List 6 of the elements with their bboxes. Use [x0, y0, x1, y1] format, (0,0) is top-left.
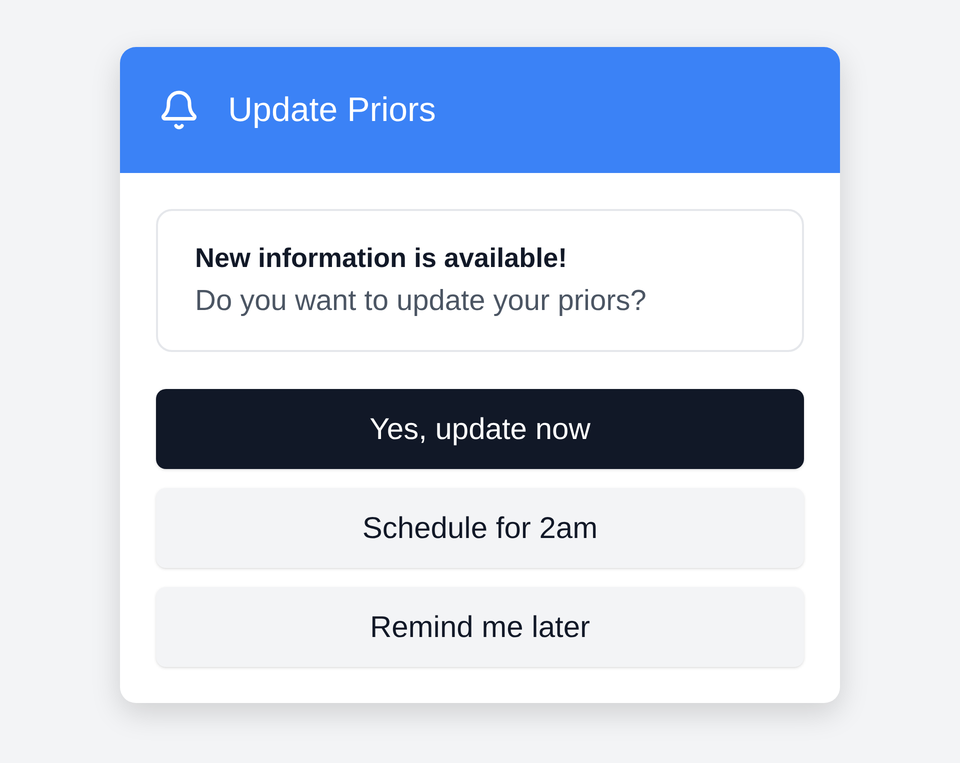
secondary-button[interactable]: Remind me later — [156, 587, 804, 667]
dialog-title: Update Priors — [228, 90, 436, 130]
primary-button[interactable]: Yes, update now — [156, 389, 804, 469]
secondary-button[interactable]: Schedule for 2am — [156, 488, 804, 568]
message-heading: New information is available! — [195, 242, 568, 274]
message-body: Do you want to update your priors? — [195, 284, 648, 320]
